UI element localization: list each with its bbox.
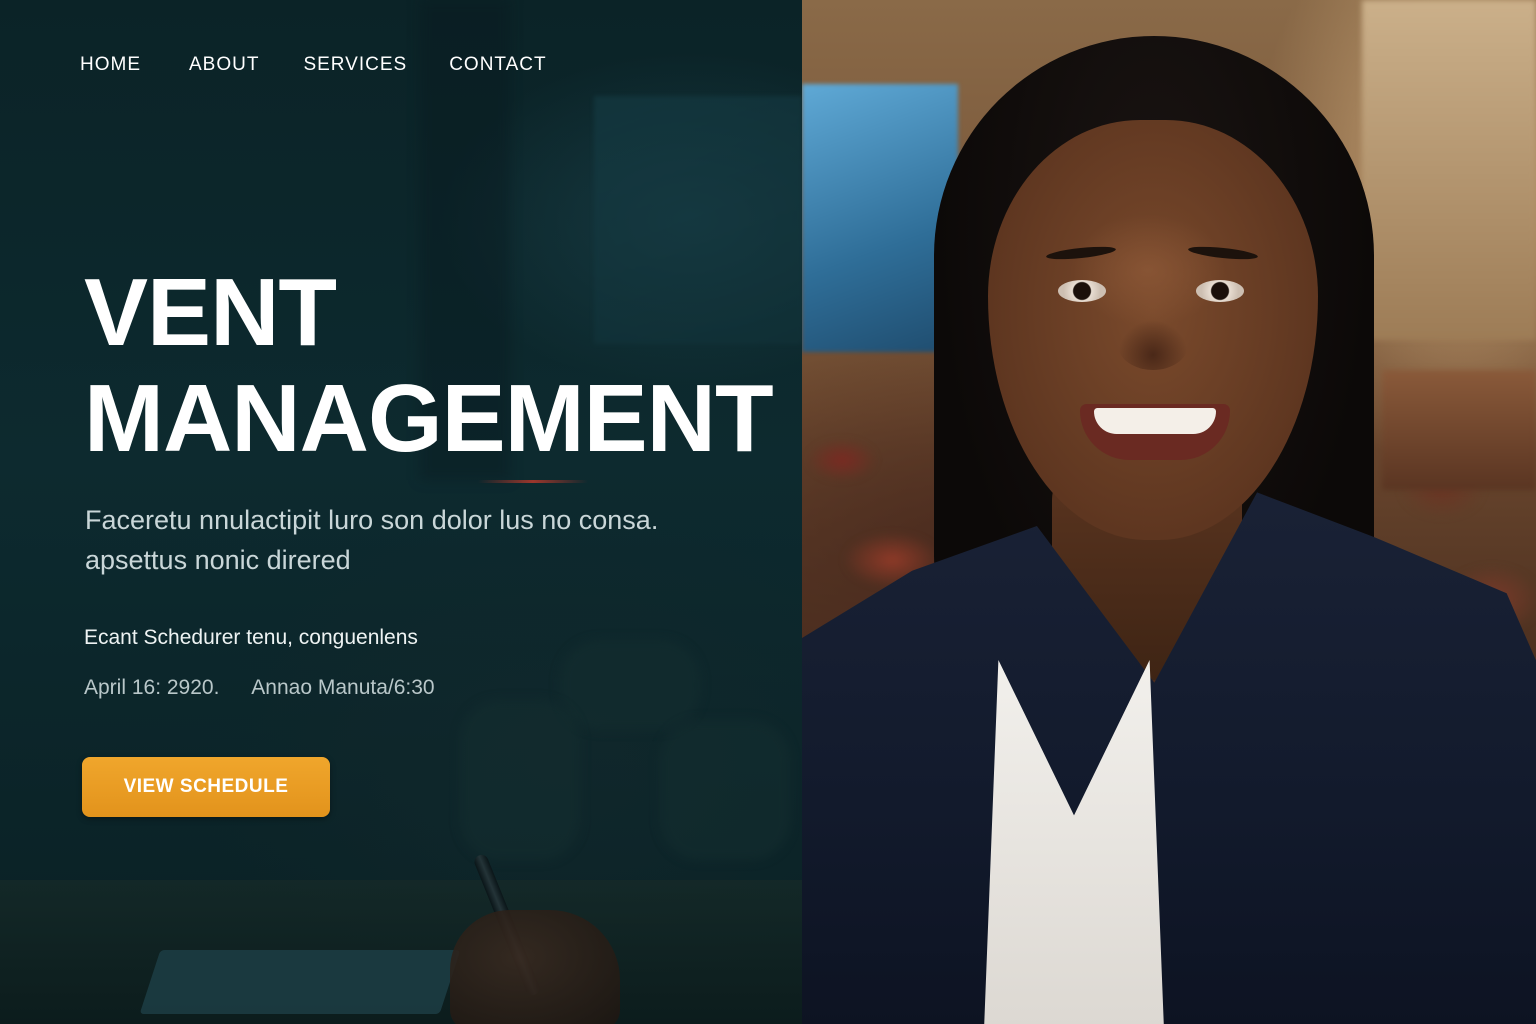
hero-subtitle-line-1: Faceretu nnulactipit luro son dolor lus … xyxy=(85,505,659,535)
photo-background-wall xyxy=(1362,0,1536,340)
event-date: April 16: 2920. xyxy=(84,676,220,699)
background-seat xyxy=(660,720,790,860)
portrait-nose xyxy=(1118,320,1188,370)
portrait-smile xyxy=(1080,404,1230,460)
nav-services-link[interactable]: SERVICES xyxy=(303,54,407,76)
hero-title-line-1: VENT xyxy=(84,259,337,366)
hero-subtitle: Faceretu nnulactipit luro son dolor lus … xyxy=(85,500,725,580)
nav-about-link[interactable]: ABOUT xyxy=(189,54,259,76)
hero-title-line-2: MANAGEMENT xyxy=(84,365,774,472)
portrait-right-brow xyxy=(1187,244,1259,262)
event-location: Annao Manuta/6:30 xyxy=(251,676,435,699)
nav-home-link[interactable]: HOME xyxy=(80,54,141,76)
hero-subtitle-line-2: apsettus nonic direred xyxy=(85,545,351,575)
nav-contact-link[interactable]: CONTACT xyxy=(449,54,546,76)
background-seat xyxy=(560,640,700,730)
event-title: Ecant Schedurer tenu, conguenlens xyxy=(84,626,418,649)
hero-title: VENT MANAGEMENT xyxy=(84,259,774,472)
landing-page: HOME ABOUT SERVICES CONTACT VENT MANAGEM… xyxy=(0,0,1536,1024)
portrait-left-brow xyxy=(1045,244,1117,262)
background-notebook xyxy=(139,950,461,1014)
portrait-left-eye xyxy=(1058,280,1106,302)
hero-panel: HOME ABOUT SERVICES CONTACT VENT MANAGEM… xyxy=(0,0,802,1024)
main-nav: HOME ABOUT SERVICES CONTACT xyxy=(80,54,547,76)
background-hand xyxy=(450,910,620,1024)
portrait-teeth xyxy=(1094,408,1216,434)
photo-background-podium xyxy=(1382,370,1536,490)
hero-photo xyxy=(802,0,1536,1024)
view-schedule-button[interactable]: VIEW SCHEDULE xyxy=(82,757,330,817)
background-seat xyxy=(460,700,580,860)
accent-divider xyxy=(478,480,588,483)
portrait-right-eye xyxy=(1196,280,1244,302)
event-meta: April 16: 2920. Annao Manuta/6:30 xyxy=(84,676,435,700)
